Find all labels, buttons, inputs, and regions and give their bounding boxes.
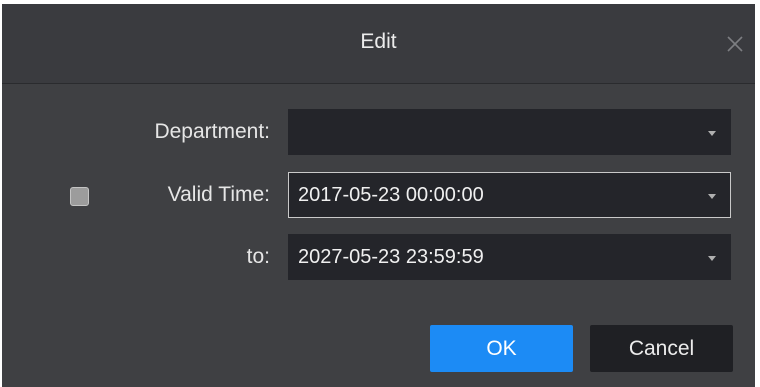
dialog-titlebar: Edit: [2, 4, 755, 84]
department-select[interactable]: [288, 109, 731, 155]
dialog-title: Edit: [360, 30, 397, 53]
cancel-button[interactable]: Cancel: [590, 325, 733, 372]
ok-button[interactable]: OK: [430, 325, 573, 372]
close-icon[interactable]: [725, 34, 745, 54]
valid-time-start-value: 2017-05-23 00:00:00: [298, 184, 484, 206]
chevron-down-icon: [708, 256, 716, 261]
valid-time-end-field[interactable]: 2027-05-23 23:59:59: [288, 234, 731, 280]
to-label: to:: [246, 245, 270, 268]
valid-time-end-value: 2027-05-23 23:59:59: [298, 246, 484, 268]
department-label: Department:: [154, 120, 270, 143]
valid-time-start-field[interactable]: 2017-05-23 00:00:00: [288, 172, 731, 218]
chevron-down-icon: [708, 131, 716, 136]
chevron-down-icon: [708, 194, 716, 199]
edit-dialog: Edit Department: Valid Time: 2017-05-23 …: [0, 0, 760, 387]
valid-time-label: Valid Time:: [167, 183, 270, 206]
